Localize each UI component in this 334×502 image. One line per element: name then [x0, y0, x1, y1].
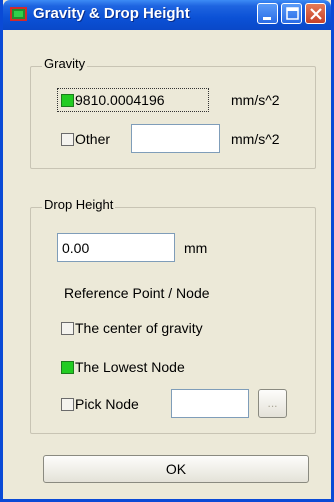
pick-node-browse-button[interactable]: ...	[258, 389, 287, 418]
dialog-window: Gravity & Drop Height Gravity 9810.00041…	[0, 0, 334, 502]
drop-height-group-label: Drop Height	[42, 197, 116, 212]
maximize-button[interactable]	[281, 3, 302, 24]
center-of-gravity-label[interactable]: The center of gravity	[75, 320, 203, 336]
maximize-icon	[286, 7, 299, 20]
minimize-icon	[263, 17, 271, 20]
gravity-other-label[interactable]: Other	[75, 131, 110, 147]
pick-node-label[interactable]: Pick Node	[75, 396, 139, 412]
gravity-standard-label[interactable]: 9810.0004196	[75, 92, 165, 108]
pick-node-radio[interactable]	[61, 398, 74, 411]
gravity-standard-radio[interactable]	[61, 94, 74, 107]
title-bar[interactable]: Gravity & Drop Height	[3, 0, 331, 30]
gravity-other-input[interactable]	[131, 124, 220, 153]
gravity-standard-unit: mm/s^2	[231, 92, 280, 108]
close-button[interactable]	[305, 3, 326, 24]
center-of-gravity-radio[interactable]	[61, 322, 74, 335]
gravity-other-radio[interactable]	[61, 133, 74, 146]
pick-node-input[interactable]	[171, 389, 249, 418]
gravity-group-label: Gravity	[42, 56, 88, 71]
close-icon	[310, 8, 322, 20]
reference-point-label: Reference Point / Node	[64, 285, 210, 301]
gravity-group	[30, 66, 316, 169]
gravity-other-unit: mm/s^2	[231, 131, 280, 147]
app-icon	[10, 7, 27, 21]
minimize-button[interactable]	[257, 3, 278, 24]
lowest-node-radio[interactable]	[61, 361, 74, 374]
ok-button[interactable]: OK	[43, 455, 309, 483]
drop-height-input[interactable]	[57, 233, 175, 262]
drop-height-unit: mm	[184, 240, 208, 256]
window-title: Gravity & Drop Height	[33, 5, 190, 22]
lowest-node-label[interactable]: The Lowest Node	[75, 359, 185, 375]
